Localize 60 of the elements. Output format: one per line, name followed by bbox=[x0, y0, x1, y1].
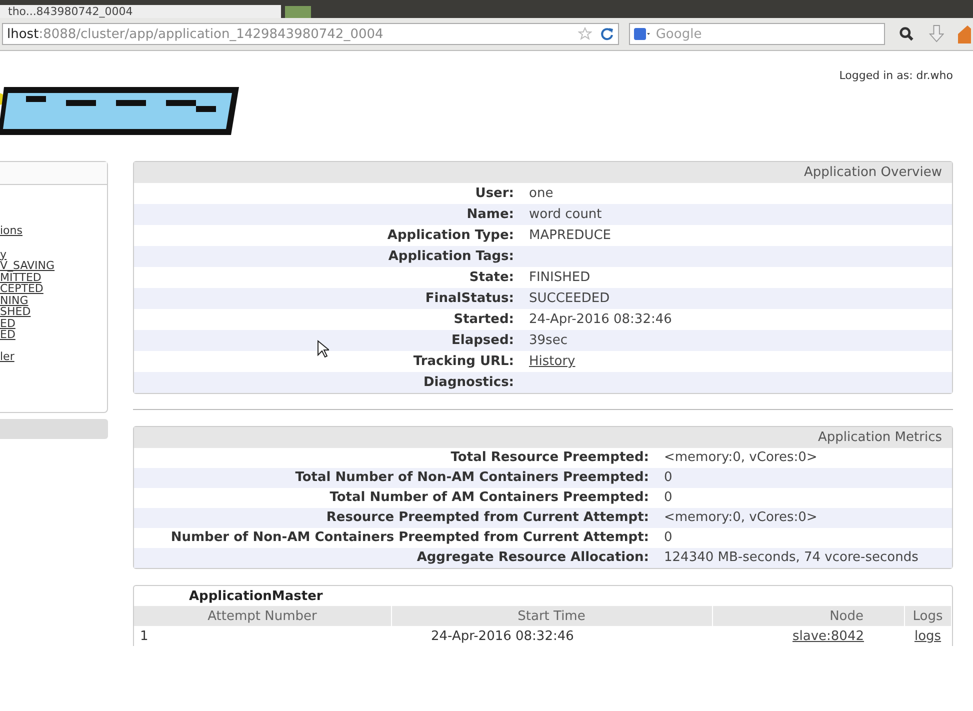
field-label: User: bbox=[475, 186, 514, 201]
table-cell: 24-Apr-2016 08:32:46 bbox=[431, 628, 574, 644]
field-value: FINISHED bbox=[529, 269, 590, 287]
sidebar-link[interactable]: ED bbox=[0, 329, 107, 340]
field-value: word count bbox=[529, 206, 602, 224]
reload-icon[interactable] bbox=[600, 27, 614, 41]
sidebar-link[interactable]: SHED bbox=[0, 306, 107, 318]
address-field[interactable]: lhost:8088/cluster/app/application_1429843980742_0004 bbox=[2, 23, 619, 45]
table-link[interactable]: logs bbox=[914, 628, 942, 644]
field-label: Total Number of AM Containers Preempted: bbox=[328, 489, 650, 507]
field-label: Number of Non-AM Containers Preempted from Current Attempt: bbox=[170, 529, 650, 547]
field-label: Aggregate Resource Allocation: bbox=[416, 549, 650, 567]
table-cell: 1 bbox=[140, 628, 148, 644]
column-header[interactable]: Node bbox=[712, 606, 904, 626]
field-value: 124340 MB-seconds, 74 vcore-seconds bbox=[664, 549, 920, 567]
field-value: SUCCEEDED bbox=[529, 290, 610, 308]
field-label: Tracking URL: bbox=[413, 354, 514, 369]
field-value: 39sec bbox=[529, 332, 568, 350]
download-icon[interactable] bbox=[928, 24, 944, 44]
field-value: <memory:0, vCores:0> bbox=[664, 449, 818, 467]
field-value: 0 bbox=[664, 469, 674, 487]
field-label: Application Tags: bbox=[388, 249, 514, 264]
home-icon[interactable] bbox=[958, 24, 971, 44]
sidebar-link[interactable]: MITTED bbox=[0, 272, 107, 283]
logged-in-text: Logged in as: dr.who bbox=[839, 69, 953, 82]
sidebar-link[interactable]: ler bbox=[0, 350, 107, 362]
search-engine-icon[interactable] bbox=[634, 27, 650, 41]
field-label: FinalStatus: bbox=[425, 291, 514, 306]
search-icon[interactable] bbox=[899, 26, 915, 42]
sidebar-link[interactable]: NING bbox=[0, 294, 107, 306]
sidebar-link[interactable]: ions bbox=[0, 225, 107, 236]
panel-title: Application Overview bbox=[134, 162, 952, 183]
field-label: Application Type: bbox=[387, 228, 514, 243]
sidebar-link[interactable]: V_SAVING bbox=[0, 260, 107, 272]
field-value: one bbox=[529, 185, 554, 203]
field-label: State: bbox=[469, 270, 514, 285]
column-header[interactable]: Start Time bbox=[391, 606, 712, 626]
field-label: Diagnostics: bbox=[423, 375, 514, 390]
sidebar-link[interactable]: y bbox=[0, 248, 107, 260]
browser-tab[interactable]: tho...843980742_0004 bbox=[0, 5, 281, 18]
field-label: Resource Preempted from Current Attempt: bbox=[325, 509, 650, 527]
field-value: 0 bbox=[664, 489, 674, 507]
field-label: Started: bbox=[454, 312, 514, 327]
tracking-link[interactable]: History bbox=[529, 351, 576, 372]
field-label: Total Number of Non-AM Containers Preempted: bbox=[294, 469, 650, 487]
table-title: ApplicationMaster bbox=[188, 588, 324, 606]
field-label: Name: bbox=[466, 207, 514, 222]
panel-title: Application Metrics bbox=[134, 427, 952, 448]
field-value: 24-Apr-2016 08:32:46 bbox=[529, 311, 672, 329]
star-icon[interactable] bbox=[578, 27, 592, 41]
field-value: 0 bbox=[664, 529, 674, 547]
field-value: MAPREDUCE bbox=[529, 227, 612, 245]
field-value: <memory:0, vCores:0> bbox=[664, 509, 818, 527]
table-link[interactable]: slave:8042 bbox=[792, 628, 864, 644]
column-header[interactable]: Attempt Number bbox=[134, 606, 391, 626]
sidebar-link[interactable]: ED bbox=[0, 318, 107, 329]
sidebar-link[interactable]: CEPTED bbox=[0, 283, 107, 294]
field-label: Total Resource Preempted: bbox=[450, 449, 650, 467]
column-header[interactable]: Logs bbox=[904, 606, 952, 626]
field-label: Elapsed: bbox=[452, 333, 514, 348]
